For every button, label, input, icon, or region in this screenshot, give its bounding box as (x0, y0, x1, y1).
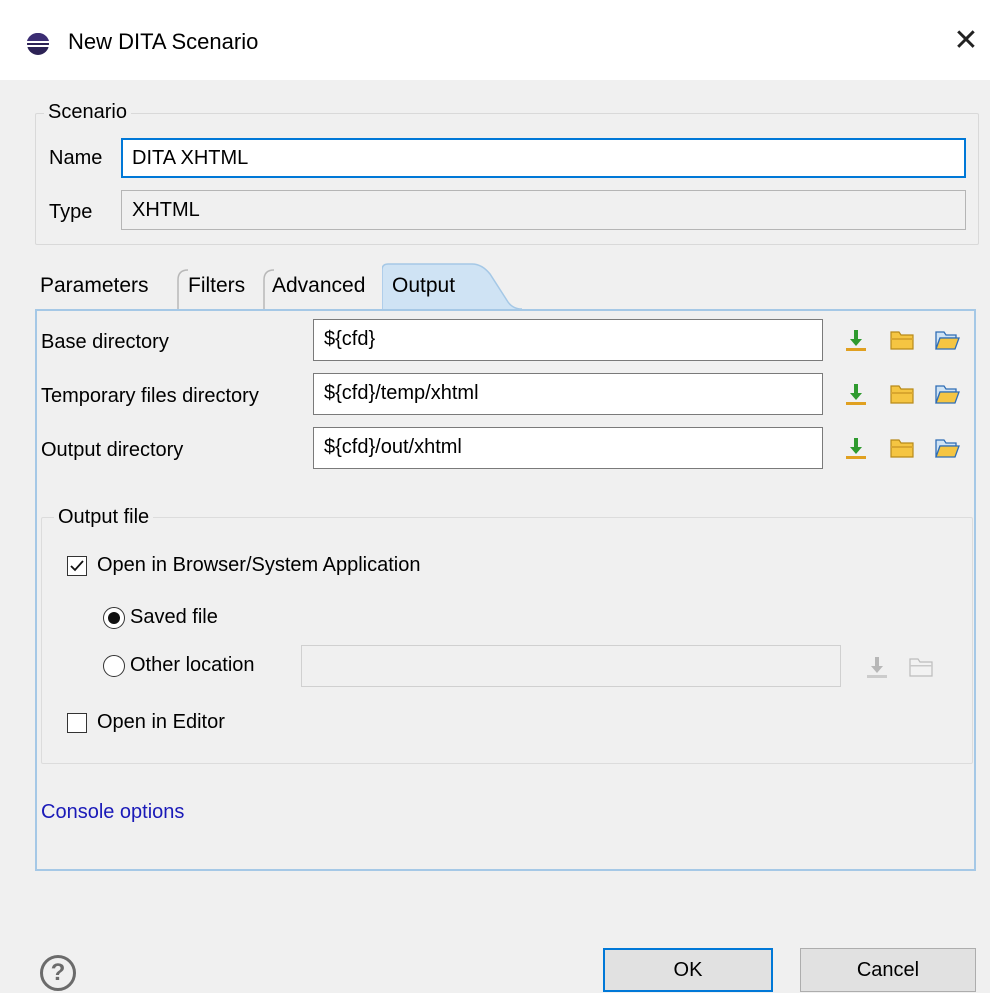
folder-icon[interactable] (889, 381, 915, 407)
base-directory-input[interactable]: ${cfd} (313, 319, 823, 361)
close-button[interactable]: ✕ (950, 26, 982, 58)
tab-output[interactable]: Output (392, 262, 455, 310)
open-folder-icon[interactable] (934, 327, 960, 353)
name-input[interactable]: DITA XHTML (121, 138, 966, 178)
base-directory-label: Base directory (41, 331, 169, 353)
help-icon[interactable]: ? (51, 959, 66, 986)
folder-icon[interactable] (908, 654, 934, 680)
temp-directory-label: Temporary files directory (41, 385, 259, 407)
open-in-browser-label[interactable]: Open in Browser/System Application (97, 552, 421, 578)
open-folder-icon[interactable] (934, 381, 960, 407)
open-in-editor-checkbox[interactable] (67, 713, 87, 733)
insert-variable-icon[interactable] (864, 654, 890, 680)
scenario-legend: Scenario (44, 100, 131, 124)
help-button[interactable]: ? (40, 955, 76, 991)
saved-file-radio[interactable] (103, 607, 125, 629)
cancel-button[interactable]: Cancel (800, 948, 976, 992)
open-in-browser-checkbox[interactable] (67, 556, 87, 576)
folder-icon[interactable] (889, 435, 915, 461)
output-file-legend: Output file (54, 505, 154, 529)
window-title: New DITA Scenario (68, 29, 259, 54)
title-bar: New DITA Scenario ✕ (0, 0, 990, 80)
insert-variable-icon[interactable] (843, 381, 869, 407)
folder-icon[interactable] (889, 327, 915, 353)
open-in-editor-label[interactable]: Open in Editor (97, 709, 225, 735)
ok-button[interactable]: OK (603, 948, 773, 992)
other-location-input[interactable] (301, 645, 841, 687)
close-icon[interactable]: ✕ (953, 24, 978, 57)
open-folder-icon[interactable] (934, 435, 960, 461)
name-label: Name (49, 147, 103, 169)
insert-variable-icon[interactable] (843, 435, 869, 461)
saved-file-label[interactable]: Saved file (130, 604, 218, 630)
tab-parameters[interactable]: Parameters (40, 262, 149, 310)
output-directory-input[interactable]: ${cfd}/out/xhtml (313, 427, 823, 469)
tab-advanced[interactable]: Advanced (272, 262, 365, 310)
tab-strip: Parameters Filters Advanced Output (36, 262, 986, 310)
eclipse-globe-icon (27, 32, 49, 55)
type-field: XHTML (121, 190, 966, 230)
tab-filters[interactable]: Filters (188, 262, 245, 310)
checkmark-icon (70, 560, 84, 572)
other-location-label[interactable]: Other location (130, 652, 255, 678)
temp-directory-input[interactable]: ${cfd}/temp/xhtml (313, 373, 823, 415)
insert-variable-icon[interactable] (843, 327, 869, 353)
output-directory-label: Output directory (41, 439, 184, 461)
other-location-radio[interactable] (103, 655, 125, 677)
type-label: Type (49, 201, 93, 223)
console-options-link[interactable]: Console options (41, 799, 184, 825)
